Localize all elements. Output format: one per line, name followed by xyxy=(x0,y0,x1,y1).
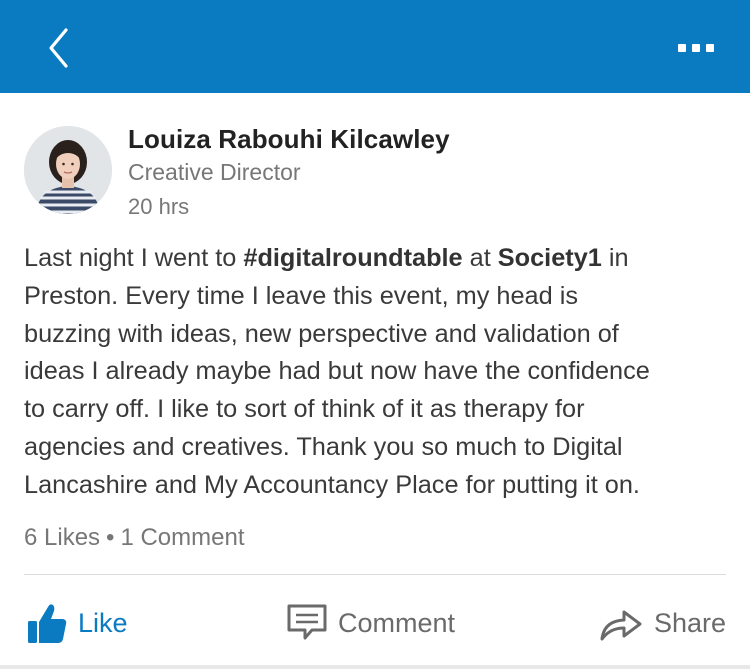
post-body-line: Preston. Every time I leave this event, … xyxy=(24,278,729,316)
post-timestamp: 20 hrs xyxy=(128,194,190,219)
hashtag-link[interactable]: #digitalroundtable xyxy=(243,244,462,272)
post-text: buzzing with ideas, new perspective and … xyxy=(24,319,619,348)
avatar[interactable] xyxy=(24,126,112,214)
more-dot xyxy=(706,44,714,52)
action-bar: Like Comment Share xyxy=(0,590,750,660)
post-body-line: buzzing with ideas, new perspective and … xyxy=(24,316,729,354)
mention-link[interactable]: Society1 xyxy=(498,244,602,272)
thumbs-up-icon xyxy=(28,604,67,643)
divider xyxy=(24,574,726,575)
post-text: ideas I already maybe had but now have t… xyxy=(24,357,650,386)
author-name[interactable]: Louiza Rabouhi Kilcawley xyxy=(128,124,450,155)
top-bar xyxy=(0,0,750,93)
more-horizontal-icon xyxy=(678,44,686,52)
post-body-line: ideas I already maybe had but now have t… xyxy=(24,353,729,391)
avatar-image xyxy=(24,126,112,214)
stats-separator: • xyxy=(106,524,115,551)
share-icon xyxy=(600,610,642,641)
post-body-line: agencies and creatives. Thank you so muc… xyxy=(24,429,729,467)
post-stats: 6 Likes • 1 Comment xyxy=(24,524,245,552)
share-button[interactable]: Share xyxy=(598,590,726,656)
post-body-line: Last night I went to #digitalroundtable … xyxy=(24,240,729,278)
post-body-line: to carry off. I like to sort of think of… xyxy=(24,391,729,429)
back-button[interactable] xyxy=(36,24,80,72)
post-text: in xyxy=(601,244,629,272)
post-text: Preston. Every time I leave this event, … xyxy=(24,281,578,310)
chevron-left-icon xyxy=(49,28,68,68)
comment-icon xyxy=(287,604,327,640)
author-title: Creative Director xyxy=(128,159,301,185)
like-label: Like xyxy=(78,607,128,638)
post-text: Lancashire and My Accountancy Place for … xyxy=(24,470,640,499)
post-body-line: Lancashire and My Accountancy Place for … xyxy=(24,467,729,505)
bottom-border xyxy=(0,665,750,669)
comment-label: Comment xyxy=(338,607,456,638)
post-header: Louiza Rabouhi Kilcawley Creative Direct… xyxy=(24,124,724,219)
post-text: agencies and creatives. Thank you so muc… xyxy=(24,432,623,461)
like-button[interactable]: Like xyxy=(26,590,128,656)
post-text: Last night I went to xyxy=(24,244,244,272)
likes-count[interactable]: 6 Likes xyxy=(24,524,100,551)
share-label: Share xyxy=(654,607,727,638)
comment-button[interactable]: Comment xyxy=(286,590,455,656)
more-dot xyxy=(692,44,700,52)
more-options-button[interactable] xyxy=(672,28,720,68)
post-text: at xyxy=(462,244,498,272)
post-body: Last night I went to #digitalroundtable … xyxy=(24,240,729,505)
post-text: to carry off. I like to sort of think of… xyxy=(24,395,585,424)
comments-count[interactable]: 1 Comment xyxy=(120,524,244,551)
